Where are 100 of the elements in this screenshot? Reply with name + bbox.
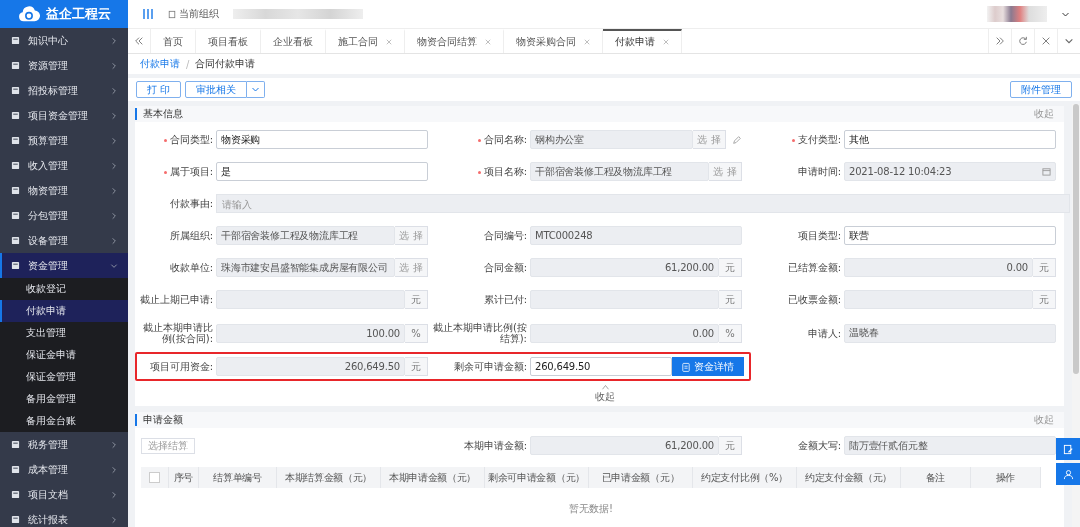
document-icon (11, 111, 20, 120)
breadcrumb-link[interactable]: 付款申请 (140, 57, 180, 71)
edit-button[interactable] (1056, 438, 1080, 460)
close-icon[interactable] (485, 39, 491, 45)
tab[interactable]: 施工合同 (326, 29, 405, 53)
document-icon (11, 86, 20, 95)
document-icon (11, 136, 20, 145)
unit-label: 元 (719, 436, 742, 455)
breadcrumb-current: 合同付款申请 (195, 57, 256, 71)
unit-label: 元 (405, 357, 428, 376)
field-label: 累计已付: (482, 294, 527, 305)
chevron-right-icon (110, 36, 118, 45)
field-label: 所属组织: (168, 230, 213, 241)
contact-button[interactable] (1056, 463, 1080, 485)
approval-button[interactable]: 审批相关 (185, 81, 248, 98)
sidebar-subitem[interactable]: 保证金申请 (0, 344, 128, 366)
scrollbar[interactable] (1073, 104, 1079, 374)
sidebar-subitem[interactable]: 付款申请 (0, 300, 128, 322)
chevron-right-icon (110, 161, 118, 170)
field-label: 项目类型: (796, 230, 841, 241)
field-label: 金额大写: (796, 440, 841, 451)
chevron-right-icon (110, 136, 118, 145)
sidebar-subitem[interactable]: 收款登记 (0, 278, 128, 300)
field-label: 申请时间: (796, 166, 841, 177)
field-label: 合同编号: (482, 230, 527, 241)
field-label: 项目可用资金: (148, 361, 213, 372)
column-header: 结算单编号 (199, 467, 277, 488)
column-header: 剩余可申请金额（元） (485, 467, 589, 488)
sidebar-item[interactable]: 设备管理 (0, 228, 128, 253)
field-label: 本期申请金额: (462, 440, 527, 451)
sidebar-item[interactable]: 成本管理 (0, 457, 128, 482)
sidebar-subitem[interactable]: 支出管理 (0, 322, 128, 344)
brand-name: 益企工程云 (45, 5, 111, 23)
input-field[interactable]: 联营 (844, 226, 1056, 245)
org-label: 当前组织 (179, 7, 219, 21)
tab[interactable]: 物资合同结算 (405, 29, 504, 53)
field-label: 付款事由: (168, 198, 213, 209)
calendar-icon (1042, 167, 1051, 176)
sidebar-item[interactable]: 项目文档 (0, 482, 128, 507)
column-header: 已申请金额（元） (589, 467, 693, 488)
document-icon (11, 61, 20, 70)
input-field[interactable]: 260,649.50 (530, 357, 672, 376)
chevron-right-icon (110, 440, 118, 449)
section-title: 基本信息 (135, 108, 1034, 120)
field-label: 截止上期已申请: (138, 294, 213, 305)
fund-detail-button[interactable]: 资金详情 (672, 357, 744, 376)
sidebar-item[interactable]: 知识中心 (0, 28, 128, 53)
input-field[interactable]: 是 (216, 162, 428, 181)
sidebar-subitem[interactable]: 备用金管理 (0, 388, 128, 410)
field-label: 合同类型: (135, 134, 213, 145)
document-icon (11, 161, 20, 170)
unit-label: % (719, 323, 742, 343)
document-icon (11, 440, 20, 449)
sidebar-item[interactable]: 收入管理 (0, 153, 128, 178)
sidebar-item[interactable]: 资源管理 (0, 53, 128, 78)
field-label: 收款单位: (168, 262, 213, 273)
sidebar-item[interactable]: 税务管理 (0, 432, 128, 457)
field-label: 截止本期申请比例(按合同): (142, 322, 213, 344)
chevron-down-icon (1064, 36, 1074, 46)
sidebar-item[interactable]: 项目资金管理 (0, 103, 128, 128)
input-field[interactable]: 其他 (844, 130, 1056, 149)
blurred-user-name[interactable] (987, 6, 1047, 22)
sidebar-subitem[interactable]: 备用金台账 (0, 410, 128, 432)
field-label: 合同金额: (482, 262, 527, 273)
close-icon[interactable] (663, 39, 669, 45)
document-icon (11, 515, 20, 524)
chevron-right-icon (110, 86, 118, 95)
sidebar-item[interactable]: 分包管理 (0, 203, 128, 228)
section-title: 申请金额 (135, 414, 1034, 426)
input-field[interactable]: 物资采购 (216, 130, 428, 149)
dropdown-button[interactable] (247, 81, 266, 98)
chevron-right-icon (110, 515, 118, 524)
checkbox[interactable] (149, 472, 160, 483)
column-header: 约定支付比例（%） (693, 467, 797, 488)
sidebar-subitem[interactable]: 保证金管理 (0, 366, 128, 388)
menu-icon[interactable] (142, 8, 154, 20)
close-icon[interactable] (584, 39, 590, 45)
attachment-button[interactable]: 附件管理 (1010, 81, 1072, 98)
sidebar-item[interactable]: 资金管理 (0, 253, 128, 278)
tab[interactable]: 物资采购合同 (504, 29, 603, 53)
print-button[interactable]: 打 印 (136, 81, 182, 98)
tab[interactable]: 首页 (151, 29, 196, 53)
sidebar-item[interactable]: 物资管理 (0, 178, 128, 203)
cloud-logo-icon (17, 5, 40, 23)
sidebar-item[interactable]: 招投标管理 (0, 78, 128, 103)
sidebar-item[interactable]: 预算管理 (0, 128, 128, 153)
document-icon (11, 261, 20, 270)
field-label: 项目名称: (431, 166, 527, 177)
close-icon[interactable] (386, 39, 392, 45)
field-label: 合同名称: (431, 134, 527, 145)
chevron-right-icon (110, 186, 118, 195)
document-icon (11, 186, 20, 195)
collapse-link[interactable]: 收起 (595, 384, 615, 404)
sidebar-item[interactable]: 统计报表 (0, 507, 128, 527)
field-label: 已收票金额: (786, 294, 841, 305)
chevron-right-icon (110, 465, 118, 474)
double-chevron-right-icon (995, 36, 1005, 46)
tab[interactable]: 项目看板 (196, 29, 261, 53)
chevron-right-icon (110, 236, 118, 245)
tab[interactable]: 企业看板 (261, 29, 326, 53)
